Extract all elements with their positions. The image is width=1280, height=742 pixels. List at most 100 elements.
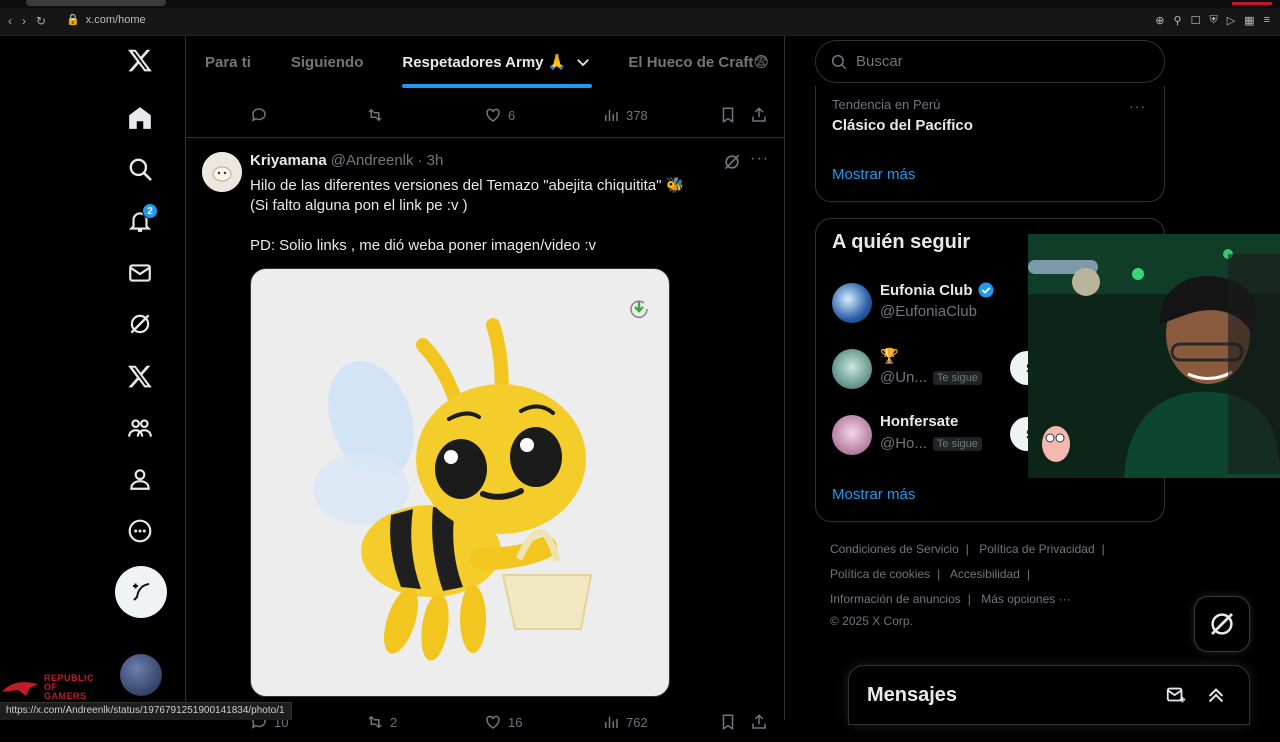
retweet-icon[interactable] bbox=[366, 106, 384, 124]
more-options-icon[interactable] bbox=[120, 511, 160, 551]
left-sidebar: 2 REPUBLIC OF GAMERS bbox=[0, 36, 185, 720]
communities-icon[interactable] bbox=[120, 408, 160, 448]
notifications-bell-icon[interactable]: 2 bbox=[120, 201, 160, 241]
tab-siguiendo[interactable]: Siguiendo bbox=[291, 36, 364, 88]
extensions-icon[interactable]: ▦ bbox=[1244, 14, 1254, 27]
tweet-media-image[interactable] bbox=[250, 268, 670, 697]
tab-para-ti[interactable]: Para ti bbox=[205, 36, 251, 88]
tweet-text: Hilo de las diferentes versiones del Tem… bbox=[250, 177, 685, 254]
suggestion-handle: @Ho... Te sigue bbox=[880, 435, 982, 452]
chevron-down-icon[interactable] bbox=[574, 53, 592, 71]
suggestion-name[interactable]: 🏆 bbox=[880, 347, 899, 365]
status-bar-url: https://x.com/Andreenlk/status/197679125… bbox=[0, 702, 292, 720]
rog-branding: REPUBLIC OF GAMERS bbox=[0, 674, 102, 701]
verified-badge-icon bbox=[978, 282, 993, 298]
like-button[interactable]: 6 bbox=[484, 106, 515, 124]
footer-more-options-link[interactable]: Más opciones ··· bbox=[981, 592, 1070, 606]
footer-accessibility-link[interactable]: Accesibilidad bbox=[950, 567, 1020, 581]
zoom-icon[interactable]: ⊕ bbox=[1155, 14, 1164, 27]
footer-cookies-link[interactable]: Política de cookies bbox=[830, 567, 930, 581]
tab-respetadores-army[interactable]: Respetadores Army 🙏 bbox=[402, 36, 593, 88]
reload-icon[interactable]: ↻ bbox=[36, 14, 46, 28]
avatar[interactable] bbox=[832, 415, 872, 455]
suggestion-name[interactable]: Eufonia Club bbox=[880, 281, 995, 299]
views-chart-icon bbox=[605, 716, 618, 728]
like-count: 16 bbox=[508, 714, 523, 730]
timeline-tabs: Para ti Siguiendo Respetadores Army 🙏 El… bbox=[186, 36, 784, 88]
messages-drawer[interactable]: Mensajes bbox=[848, 665, 1250, 725]
suggestion-handle: @EufoniaClub bbox=[880, 303, 977, 320]
back-icon[interactable]: ‹ bbox=[8, 14, 12, 28]
reply-icon[interactable] bbox=[250, 106, 268, 124]
prev-tweet-actions: 6 378 bbox=[186, 95, 784, 135]
rog-text: REPUBLIC OF GAMERS bbox=[44, 673, 95, 701]
footer-copyright: © 2025 X Corp. bbox=[830, 614, 913, 628]
profile-icon[interactable] bbox=[120, 459, 160, 499]
download-progress-icon[interactable] bbox=[627, 297, 651, 321]
grok-icon[interactable] bbox=[120, 304, 160, 344]
retweet-count: 2 bbox=[390, 714, 398, 730]
views-button[interactable]: 378 bbox=[602, 106, 648, 124]
tweet-time[interactable]: · 3h bbox=[418, 152, 444, 169]
home-icon[interactable] bbox=[120, 98, 160, 138]
compose-post-button[interactable] bbox=[115, 566, 167, 618]
forward-icon[interactable]: › bbox=[22, 14, 26, 28]
avatar[interactable] bbox=[832, 349, 872, 389]
suggestion-handle: @Un... Te sigue bbox=[880, 369, 982, 386]
tweet-more-icon[interactable]: ··· bbox=[750, 150, 769, 168]
who-to-follow-show-more-link[interactable]: Mostrar más bbox=[832, 486, 915, 503]
trends-show-more-link[interactable]: Mostrar más bbox=[832, 166, 915, 183]
tweet-divider bbox=[186, 137, 784, 138]
heart-icon bbox=[486, 715, 500, 729]
new-message-icon[interactable] bbox=[1165, 684, 1187, 706]
trend-context: Tendencia en Perú bbox=[832, 97, 941, 112]
search-input[interactable] bbox=[856, 53, 1136, 70]
window-accent bbox=[1232, 2, 1272, 5]
address-bar[interactable]: 🔒 x.com/home bbox=[66, 13, 146, 27]
footer-terms-link[interactable]: Condiciones de Servicio bbox=[830, 542, 959, 556]
explore-search-icon[interactable] bbox=[120, 149, 160, 189]
messages-mail-icon[interactable] bbox=[120, 253, 160, 293]
main-timeline: Para ti Siguiendo Respetadores Army 🙏 El… bbox=[185, 36, 785, 731]
trend-name[interactable]: Clásico del Pacífico bbox=[832, 117, 973, 134]
tweet-author-avatar[interactable] bbox=[202, 152, 242, 192]
lock-icon: 🔒 bbox=[66, 14, 80, 26]
footer-privacy-link[interactable]: Política de Privacidad bbox=[979, 542, 1094, 556]
address-text: x.com/home bbox=[85, 13, 146, 26]
menu-icon[interactable]: ≡ bbox=[1264, 14, 1270, 27]
trend-more-icon[interactable]: ··· bbox=[1129, 98, 1146, 114]
grok-explain-icon[interactable] bbox=[722, 152, 742, 172]
avatar[interactable] bbox=[832, 283, 872, 323]
grok-floating-button[interactable] bbox=[1194, 596, 1250, 652]
bookmark-tweet-icon[interactable] bbox=[719, 106, 737, 124]
tweet-author-name[interactable]: Kriyamana bbox=[250, 152, 327, 169]
play-icon[interactable]: ▷ bbox=[1227, 14, 1235, 27]
retweet-button[interactable]: 2 bbox=[366, 713, 397, 731]
active-tab-indicator bbox=[402, 84, 593, 88]
retweet-icon bbox=[368, 715, 382, 729]
webcam-overlay bbox=[1028, 234, 1280, 478]
account-avatar[interactable] bbox=[120, 654, 162, 696]
share-icon[interactable] bbox=[750, 106, 768, 124]
trends-card: Tendencia en Perú Clásico del Pacífico ·… bbox=[815, 86, 1165, 202]
premium-x-icon[interactable] bbox=[120, 356, 160, 396]
share-icon[interactable] bbox=[750, 713, 768, 731]
bookmark-icon[interactable]: ☐ bbox=[1191, 14, 1201, 27]
bookmark-tweet-icon[interactable] bbox=[719, 713, 737, 731]
shield-icon[interactable]: ⛨ bbox=[1209, 14, 1217, 27]
like-count: 6 bbox=[508, 107, 516, 123]
footer-ads-info-link[interactable]: Información de anuncios bbox=[830, 592, 961, 606]
tweet-author-handle[interactable]: @Andreenlk bbox=[331, 152, 414, 169]
x-logo-icon[interactable] bbox=[120, 40, 160, 80]
feather-plus-icon bbox=[133, 583, 150, 601]
like-button[interactable]: 16 bbox=[484, 713, 522, 731]
browser-tab-strip bbox=[0, 0, 1280, 8]
search-box[interactable] bbox=[815, 40, 1165, 83]
heart-icon bbox=[486, 108, 500, 122]
pin-icon[interactable]: ⚲ bbox=[1174, 14, 1182, 27]
tab-el-hueco-de-craft[interactable]: El Hueco de Craft😨 bbox=[628, 36, 769, 88]
browser-tab[interactable] bbox=[26, 0, 166, 6]
views-button[interactable]: 762 bbox=[602, 713, 648, 731]
expand-chevrons-icon[interactable] bbox=[1205, 684, 1227, 706]
suggestion-name[interactable]: Honfersate bbox=[880, 413, 958, 430]
